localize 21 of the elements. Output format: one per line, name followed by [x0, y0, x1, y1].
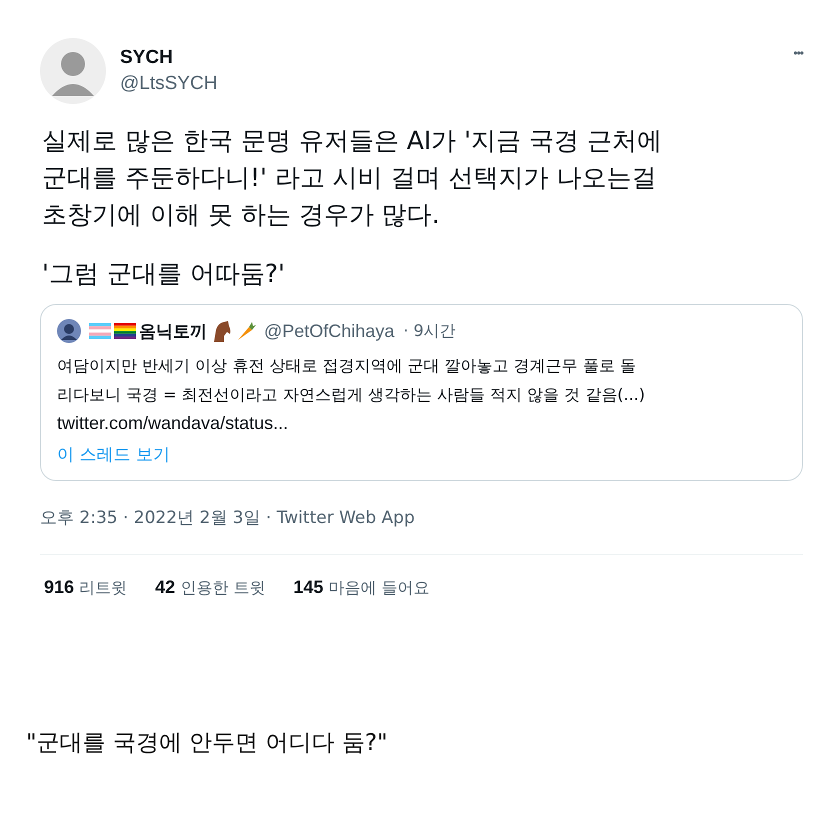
- caption-text: "군대를 국경에 안두면 어디다 둠?": [26, 729, 389, 758]
- carrot-icon: [235, 320, 257, 342]
- author-name[interactable]: SYCH: [120, 47, 780, 69]
- flag-icon: [89, 323, 111, 339]
- quoted-tweet-card[interactable]: 옴닉토끼 @PetOfChihaya · 9시간 여담이지만 반세기 이상 휴전 상태로 접경지역에 군대 깔아놓고 경계근무 풀로 돌 리다보니 국경 = 최전선이라고 자연스럽게 생각하는 사람들 적지 않을 것 같음(...) twitter.com/wandava/status... 이 스레드 보기: [40, 304, 803, 481]
- flag-icon: [114, 323, 136, 339]
- quoted-author-name[interactable]: 옴닉토끼: [139, 320, 207, 342]
- author-handle[interactable]: @LtsSYCH: [120, 73, 780, 95]
- quoted-tweet-time: · 9시간: [403, 320, 456, 342]
- avatar-icon: [57, 319, 81, 343]
- avatar-icon: [40, 38, 106, 104]
- tweet-text: '그럼 군대를 어따둠?': [42, 258, 286, 290]
- stat-link[interactable]: 916 리트윗: [44, 577, 128, 599]
- tweet-timestamp: 오후 2:35 · 2022년 2월 3일 · Twitter Web App: [40, 507, 416, 529]
- stat-link[interactable]: 42 인용한 트윗: [155, 577, 266, 599]
- quoted-tweet-text: 여담이지만 반세기 이상 휴전 상태로 접경지역에 군대 깔아놓고 경계근무 풀로 돌 리다보니 국경 = 최전선이라고 자연스럽게 생각하는 사람들 적지 않을 것 같음(...): [57, 355, 646, 406]
- link[interactable]: twitter.com/wandava/status...: [57, 409, 288, 438]
- more-button[interactable]: •••: [793, 46, 803, 60]
- stat-link[interactable]: 145 마음에 들어요: [293, 577, 430, 599]
- tweet-text: 실제로 많은 한국 문명 유저들은 AI가 '지금 국경 근처에 군대를 주둔하다니!' 라고 시비 걸며 선택지가 나오는걸 초창기에 이해 못 하는 경우가 많다.: [42, 125, 663, 231]
- quoted-author-handle[interactable]: @PetOfChihaya: [264, 320, 394, 342]
